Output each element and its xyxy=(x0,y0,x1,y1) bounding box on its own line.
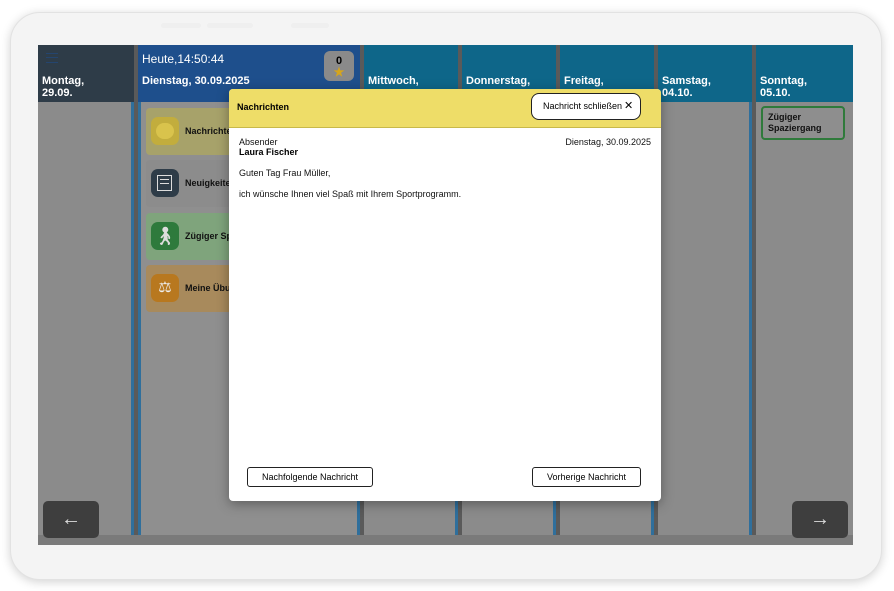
message-bubble-icon xyxy=(151,117,179,145)
arrow-left-icon: ← xyxy=(61,508,81,530)
event-card-walk[interactable]: Zügiger Spaziergang xyxy=(761,106,845,140)
dialog-title: Nachrichten xyxy=(237,102,290,112)
event-title: Zügiger xyxy=(768,112,801,122)
day-header-sunday: Sonntag, 05.10. xyxy=(756,45,853,102)
sender-label: Absender xyxy=(239,137,278,147)
day-date: 29.09. xyxy=(42,87,73,99)
day-name: Montag, xyxy=(42,75,85,87)
next-week-button[interactable]: → xyxy=(792,501,848,538)
previous-message-button[interactable]: Vorherige Nachricht xyxy=(532,467,641,487)
bottom-bar xyxy=(38,535,853,545)
walking-person-icon: 🚶︎ xyxy=(151,222,179,250)
day-name: Donnerstag, xyxy=(466,75,531,87)
points-badge[interactable]: 0 ★ xyxy=(324,51,354,81)
newspaper-icon xyxy=(151,169,179,197)
message-date: Dienstag, 30.09.2025 xyxy=(565,137,651,147)
day-name: Samstag, xyxy=(662,75,711,87)
device-notch xyxy=(207,23,253,28)
dialog-header: Nachrichten Nachricht schließen ✕ xyxy=(229,89,661,128)
device-notch xyxy=(161,23,201,28)
day-date: 04.10. xyxy=(662,87,693,99)
day-column-sunday[interactable]: Sonntag, 05.10. Zügiger Spaziergang xyxy=(756,45,853,535)
message-greeting: Guten Tag Frau Müller, xyxy=(239,168,331,178)
sender-name: Laura Fischer xyxy=(239,147,299,157)
previous-week-button[interactable]: ← xyxy=(43,501,99,538)
close-message-button[interactable]: Nachricht schließen ✕ xyxy=(531,93,641,120)
menu-icon[interactable] xyxy=(46,53,58,63)
balance-scale-icon: ⚖ xyxy=(151,274,179,302)
arrow-right-icon: → xyxy=(810,508,830,530)
close-icon: ✕ xyxy=(624,100,634,112)
message-body: ich wünsche Ihnen viel Spaß mit Ihrem Sp… xyxy=(239,189,462,199)
day-date: 05.10. xyxy=(760,87,791,99)
day-column-saturday[interactable]: Samstag, 04.10. xyxy=(658,45,752,535)
day-header-saturday: Samstag, 04.10. xyxy=(658,45,752,102)
clock: Heute,14:50:44 xyxy=(142,52,225,66)
star-icon: ★ xyxy=(333,65,345,79)
day-body: Zügiger Spaziergang xyxy=(756,102,853,535)
event-title: Spaziergang xyxy=(768,123,822,133)
message-dialog: Nachrichten Nachricht schließen ✕ Absend… xyxy=(229,89,661,501)
day-name: Freitag, xyxy=(564,75,604,87)
day-header-monday: Montag, 29.09. xyxy=(38,45,134,102)
day-column-monday[interactable]: Montag, 29.09. xyxy=(38,45,134,535)
day-body xyxy=(658,102,752,535)
day-name: Sonntag, xyxy=(760,75,808,87)
day-body xyxy=(38,102,134,535)
next-message-button[interactable]: Nachfolgende Nachricht xyxy=(247,467,373,487)
day-name: Mittwoch, xyxy=(368,75,419,87)
close-button-label: Nachricht schließen xyxy=(543,101,623,111)
device-notch xyxy=(291,23,329,28)
today-date: Dienstag, 30.09.2025 xyxy=(142,75,250,87)
